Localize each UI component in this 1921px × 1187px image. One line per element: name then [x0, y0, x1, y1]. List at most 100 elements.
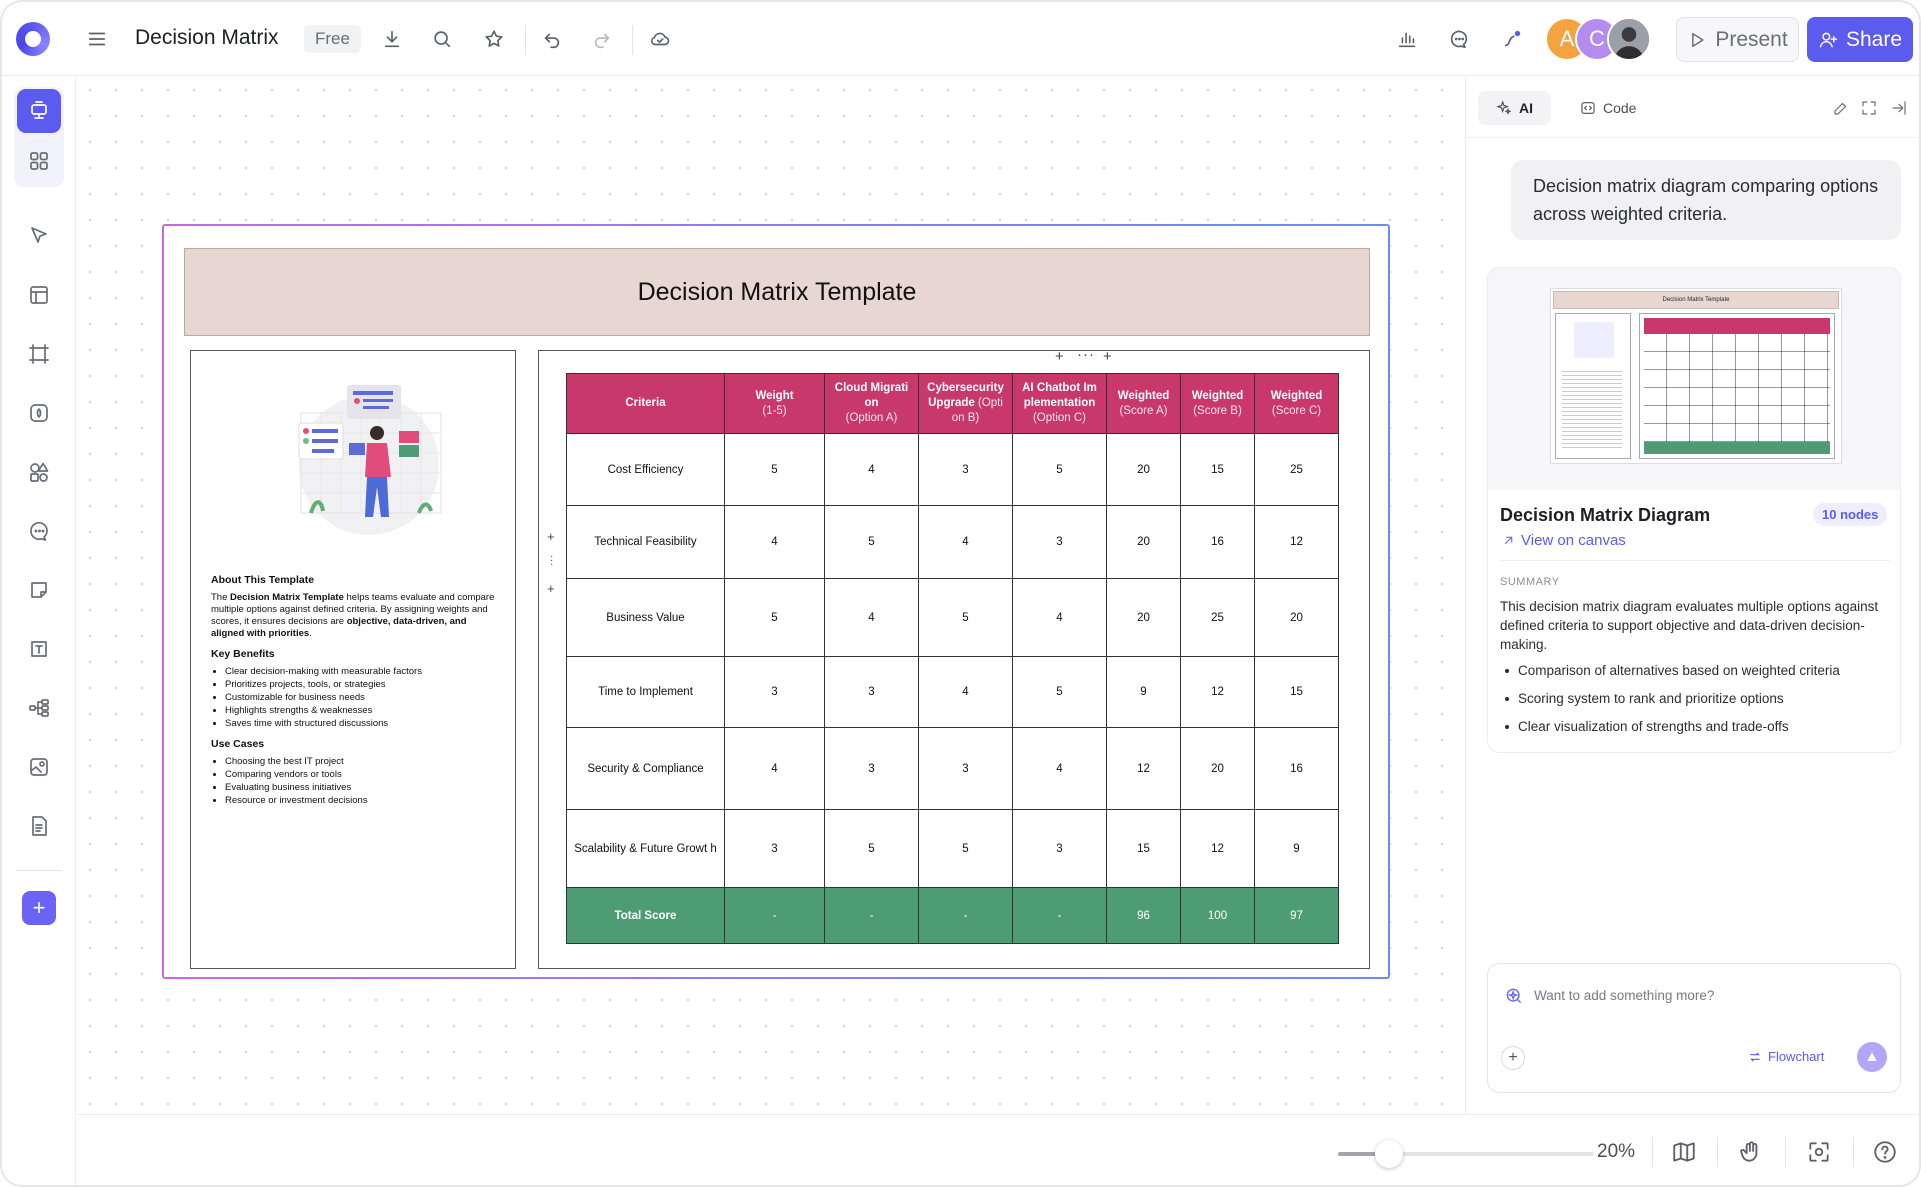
table-cell[interactable]: 5 [824, 809, 919, 888]
table-cell[interactable]: 20 [1180, 727, 1255, 810]
fit-screen-icon[interactable] [1806, 1139, 1832, 1165]
table-cell[interactable]: 5 [1012, 433, 1107, 506]
table-cell[interactable]: 15 [1180, 433, 1255, 506]
table-cell[interactable]: Security & Compliance [566, 727, 725, 810]
share-button[interactable]: Share [1807, 17, 1913, 62]
about-card[interactable]: About This Template The Decision Matrix … [190, 350, 516, 969]
table-cell[interactable]: 4 [724, 727, 825, 810]
collapse-panel-icon[interactable] [1890, 99, 1908, 117]
column-header[interactable]: AI Chatbot Im plementation (Option C) [1012, 373, 1107, 434]
sticky-note-tool-button[interactable] [17, 568, 61, 612]
table-cell[interactable]: 100 [1180, 887, 1255, 944]
help-icon[interactable] [1872, 1139, 1898, 1165]
result-card[interactable]: Decision Matrix Template Decision Matrix… [1487, 267, 1901, 753]
canvas[interactable]: Decision Matrix Template About This Temp… [77, 77, 1465, 1114]
table-cell[interactable]: Total Score [566, 887, 725, 944]
menu-icon[interactable] [82, 24, 112, 54]
column-header[interactable]: Weighted (Score A) [1106, 373, 1181, 434]
star-icon[interactable] [479, 24, 509, 54]
column-header[interactable]: Cybersecurity Upgrade (Opti on B) [918, 373, 1013, 434]
table-cell[interactable]: 3 [824, 727, 919, 810]
table-cell[interactable]: 97 [1254, 887, 1339, 944]
column-header[interactable]: Cloud Migrati on (Option A) [824, 373, 919, 434]
zoom-level[interactable]: 20% [1597, 1141, 1635, 1163]
send-button[interactable] [1857, 1042, 1887, 1072]
table-cell[interactable]: 96 [1106, 887, 1181, 944]
text-tool-button[interactable] [17, 627, 61, 671]
table-cell[interactable]: Time to Implement [566, 656, 725, 728]
table-cell[interactable]: 4 [724, 505, 825, 579]
redo-icon[interactable] [587, 24, 617, 54]
table-cell[interactable]: 15 [1106, 809, 1181, 888]
template-tool-button[interactable] [17, 273, 61, 317]
table-cell[interactable]: Technical Feasibility [566, 505, 725, 579]
template-banner[interactable]: Decision Matrix Template [184, 248, 1370, 336]
canvas-view-button[interactable] [17, 89, 61, 133]
table-cell[interactable]: - [918, 887, 1013, 944]
tab-code[interactable]: Code [1562, 91, 1654, 125]
table-cell[interactable]: 3 [918, 433, 1013, 506]
diagram-thumbnail[interactable]: Decision Matrix Template [1488, 268, 1900, 490]
table-cell[interactable]: Cost Efficiency [566, 433, 725, 506]
matrix-table-card[interactable]: + ··· + + ··· + Criteria Weight(1-5) [538, 346, 1370, 969]
table-cell[interactable]: 4 [918, 656, 1013, 728]
zoom-slider[interactable] [1338, 1140, 1594, 1168]
table-cell[interactable]: 5 [824, 505, 919, 579]
comment-tool-button[interactable] [17, 509, 61, 553]
add-column-left-icon[interactable]: + [1055, 348, 1064, 365]
table-cell[interactable]: 5 [724, 578, 825, 657]
add-column-right-icon[interactable]: + [1103, 348, 1112, 365]
column-header[interactable]: Criteria [566, 373, 725, 434]
table-cell[interactable]: 3 [724, 809, 825, 888]
table-cell[interactable]: 4 [824, 578, 919, 657]
sticker-tool-button[interactable] [17, 391, 61, 435]
table-cell[interactable]: Scalability & Future Growt h [566, 809, 725, 888]
frame-tool-button[interactable] [17, 332, 61, 376]
add-tool-button[interactable]: + [22, 891, 56, 925]
selected-frame[interactable]: Decision Matrix Template About This Temp… [162, 224, 1390, 979]
app-logo-icon[interactable] [16, 22, 50, 56]
table-cell[interactable]: - [824, 887, 919, 944]
table-cell[interactable]: 4 [824, 433, 919, 506]
expand-icon[interactable] [1860, 99, 1878, 117]
table-cell[interactable]: 16 [1180, 505, 1255, 579]
column-header[interactable]: Weighted (Score C) [1254, 373, 1339, 434]
table-cell[interactable]: - [724, 887, 825, 944]
table-cell[interactable]: 5 [918, 578, 1013, 657]
table-cell[interactable]: 15 [1254, 656, 1339, 728]
table-cell[interactable]: 3 [724, 656, 825, 728]
cloud-sync-icon[interactable] [645, 24, 675, 54]
table-cell[interactable]: 20 [1106, 578, 1181, 657]
hand-tool-icon[interactable] [1738, 1139, 1764, 1165]
table-cell[interactable]: 20 [1106, 433, 1181, 506]
mode-selector[interactable]: Flowchart [1748, 1049, 1824, 1064]
attach-button[interactable]: + [1501, 1046, 1525, 1070]
chat-input-box[interactable]: Want to add something more? + Flowchart [1487, 963, 1901, 1093]
table-cell[interactable]: 20 [1106, 505, 1181, 579]
table-cell[interactable]: 25 [1180, 578, 1255, 657]
table-cell[interactable]: 3 [824, 656, 919, 728]
media-tool-button[interactable] [17, 745, 61, 789]
table-cell[interactable]: 16 [1254, 727, 1339, 810]
zoom-slider-handle[interactable] [1375, 1140, 1404, 1168]
table-cell[interactable]: 12 [1106, 727, 1181, 810]
minimap-icon[interactable] [1671, 1139, 1697, 1165]
column-header[interactable]: Weight (1-5) [724, 373, 825, 434]
table-cell[interactable]: 4 [1012, 727, 1107, 810]
table-cell[interactable]: 12 [1254, 505, 1339, 579]
connector-icon[interactable] [1497, 24, 1527, 54]
table-cell[interactable]: 5 [724, 433, 825, 506]
table-cell[interactable]: 20 [1254, 578, 1339, 657]
column-more-icon[interactable]: ··· [1077, 346, 1095, 363]
undo-icon[interactable] [537, 24, 567, 54]
chart-icon[interactable] [1392, 24, 1422, 54]
avatar-photo[interactable] [1607, 17, 1651, 61]
select-tool-button[interactable] [17, 214, 61, 258]
comment-icon[interactable] [1444, 24, 1474, 54]
table-cell[interactable]: 9 [1254, 809, 1339, 888]
add-row-below-icon[interactable]: + [547, 581, 555, 596]
document-title[interactable]: Decision Matrix [135, 26, 279, 50]
table-cell[interactable]: Business Value [566, 578, 725, 657]
table-cell[interactable]: 4 [1012, 578, 1107, 657]
mindmap-tool-button[interactable] [17, 686, 61, 730]
